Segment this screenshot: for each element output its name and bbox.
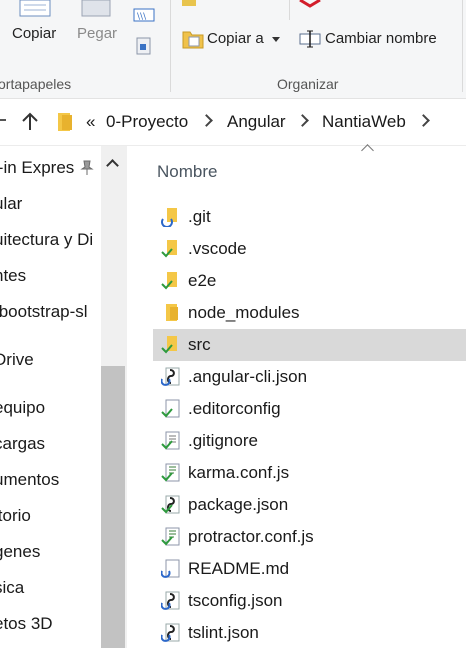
file-name: e2e <box>188 271 217 290</box>
chevron-down-icon <box>271 36 280 42</box>
breadcrumb-chevron-icon[interactable] <box>200 114 213 127</box>
rename-icon[interactable] <box>297 29 323 49</box>
file-name: tslint.json <box>188 623 259 642</box>
json-file-icon <box>161 623 180 642</box>
file-name: .editorconfig <box>188 399 281 418</box>
breadcrumb-chevron-icon[interactable] <box>296 114 309 127</box>
file-row[interactable]: .vscode <box>153 233 466 265</box>
paste-icon <box>81 0 111 17</box>
cut-path-icon[interactable]: \\\ <box>133 7 155 23</box>
organize-group-label: Organizar <box>277 76 339 92</box>
sort-ascending-icon[interactable] <box>361 144 374 157</box>
file-name: node_modules <box>188 303 300 322</box>
nav-item[interactable]: l-in Expres <box>0 154 74 182</box>
nav-item[interactable]: equipo <box>0 394 45 422</box>
file-name: src <box>188 335 211 354</box>
file-name: .git <box>188 207 211 226</box>
breadcrumb-item[interactable]: NantiaWeb <box>322 112 406 132</box>
address-bar[interactable]: « 0-Proyecto Angular NantiaWeb <box>0 99 466 146</box>
file-name: README.md <box>188 559 290 578</box>
back-arrow-icon[interactable] <box>0 119 6 121</box>
file-synced-icon <box>161 399 180 418</box>
file-row[interactable]: package.json <box>153 489 466 521</box>
file-name: .vscode <box>188 239 247 258</box>
file-row[interactable]: src <box>153 329 466 361</box>
nav-item[interactable]: ular <box>0 190 22 218</box>
clipboard-group-label: ortapapeles <box>0 76 72 92</box>
ribbon-separator <box>170 0 171 92</box>
file-row[interactable]: .git <box>153 201 466 233</box>
move-to-icon[interactable] <box>182 0 202 8</box>
delete-icon[interactable] <box>298 0 322 8</box>
file-row[interactable]: .editorconfig <box>153 393 466 425</box>
nav-item[interactable]: ntes <box>0 262 26 290</box>
nav-item[interactable]: genes <box>0 538 40 566</box>
file-row[interactable]: tslint.json <box>153 617 466 649</box>
file-row[interactable]: tsconfig.json <box>153 585 466 617</box>
file-row[interactable]: .angular-cli.json <box>153 361 466 393</box>
nav-item[interactable]: sica <box>0 574 24 602</box>
file-name: protractor.conf.js <box>188 527 314 546</box>
copy-button[interactable]: Copiar <box>12 25 56 42</box>
column-header-name[interactable]: Nombre <box>157 162 217 182</box>
nav-item[interactable]: itorio <box>0 502 31 530</box>
js-file-synced-icon <box>161 527 180 546</box>
nav-item[interactable]: umentos <box>0 466 59 494</box>
file-row[interactable]: node_modules <box>153 297 466 329</box>
breadcrumb-item[interactable]: Angular <box>227 112 286 132</box>
nav-item[interactable]: etos 3D <box>0 610 53 638</box>
file-row[interactable]: e2e <box>153 265 466 297</box>
up-arrow-icon[interactable] <box>20 112 40 132</box>
copy-icon[interactable] <box>18 0 52 18</box>
folder-icon <box>58 113 72 131</box>
svg-text:\\\: \\\ <box>137 12 147 22</box>
js-file-synced-icon <box>161 463 180 482</box>
file-sync-icon <box>161 559 180 578</box>
json-file-synced-icon <box>161 495 180 514</box>
breadcrumb-overflow[interactable]: « <box>86 112 95 132</box>
nav-item[interactable]: tbootstrap-sl <box>0 298 88 326</box>
file-name: package.json <box>188 495 289 514</box>
folder-synced-icon <box>161 240 177 258</box>
file-row[interactable]: protractor.conf.js <box>153 521 466 553</box>
file-row[interactable]: .gitignore <box>153 425 466 457</box>
nav-scrollbar-thumb[interactable] <box>101 366 125 648</box>
paste-shortcut-icon <box>136 37 151 55</box>
rename-button[interactable]: Cambiar nombre <box>325 30 437 47</box>
folder-icon <box>166 304 178 321</box>
ribbon-separator <box>289 0 290 20</box>
text-file-synced-icon <box>161 431 180 450</box>
paste-button: Pegar <box>77 25 118 42</box>
nav-item[interactable]: Drive <box>0 346 34 374</box>
ribbon-separator <box>462 0 463 92</box>
json-file-icon <box>161 591 180 610</box>
nav-item[interactable]: uitectura y Di <box>0 226 93 254</box>
breadcrumb-chevron-icon[interactable] <box>417 114 430 127</box>
file-list: Nombre .git .vscode e2e node_modules src… <box>127 144 466 649</box>
file-row[interactable]: README.md <box>153 553 466 585</box>
file-name: karma.conf.js <box>188 463 290 482</box>
file-name: tsconfig.json <box>188 591 283 610</box>
copy-to-button[interactable]: Copiar a <box>207 30 280 47</box>
file-name: .angular-cli.json <box>188 367 308 386</box>
folder-synced-icon <box>161 272 177 290</box>
breadcrumb-item[interactable]: 0-Proyecto <box>106 112 188 132</box>
file-row[interactable]: karma.conf.js <box>153 457 466 489</box>
json-file-icon <box>161 367 180 386</box>
folder-sync-icon <box>161 208 177 227</box>
copy-to-folder-icon[interactable] <box>181 27 205 51</box>
folder-synced-icon <box>161 336 177 354</box>
copy-to-label: Copiar a <box>207 30 264 47</box>
nav-item[interactable]: cargas <box>0 430 45 458</box>
ribbon: Copiar Pegar \\\ ortapapeles Copiar a Ca… <box>0 0 466 99</box>
pin-icon[interactable] <box>80 160 94 176</box>
file-name: .gitignore <box>188 431 258 450</box>
